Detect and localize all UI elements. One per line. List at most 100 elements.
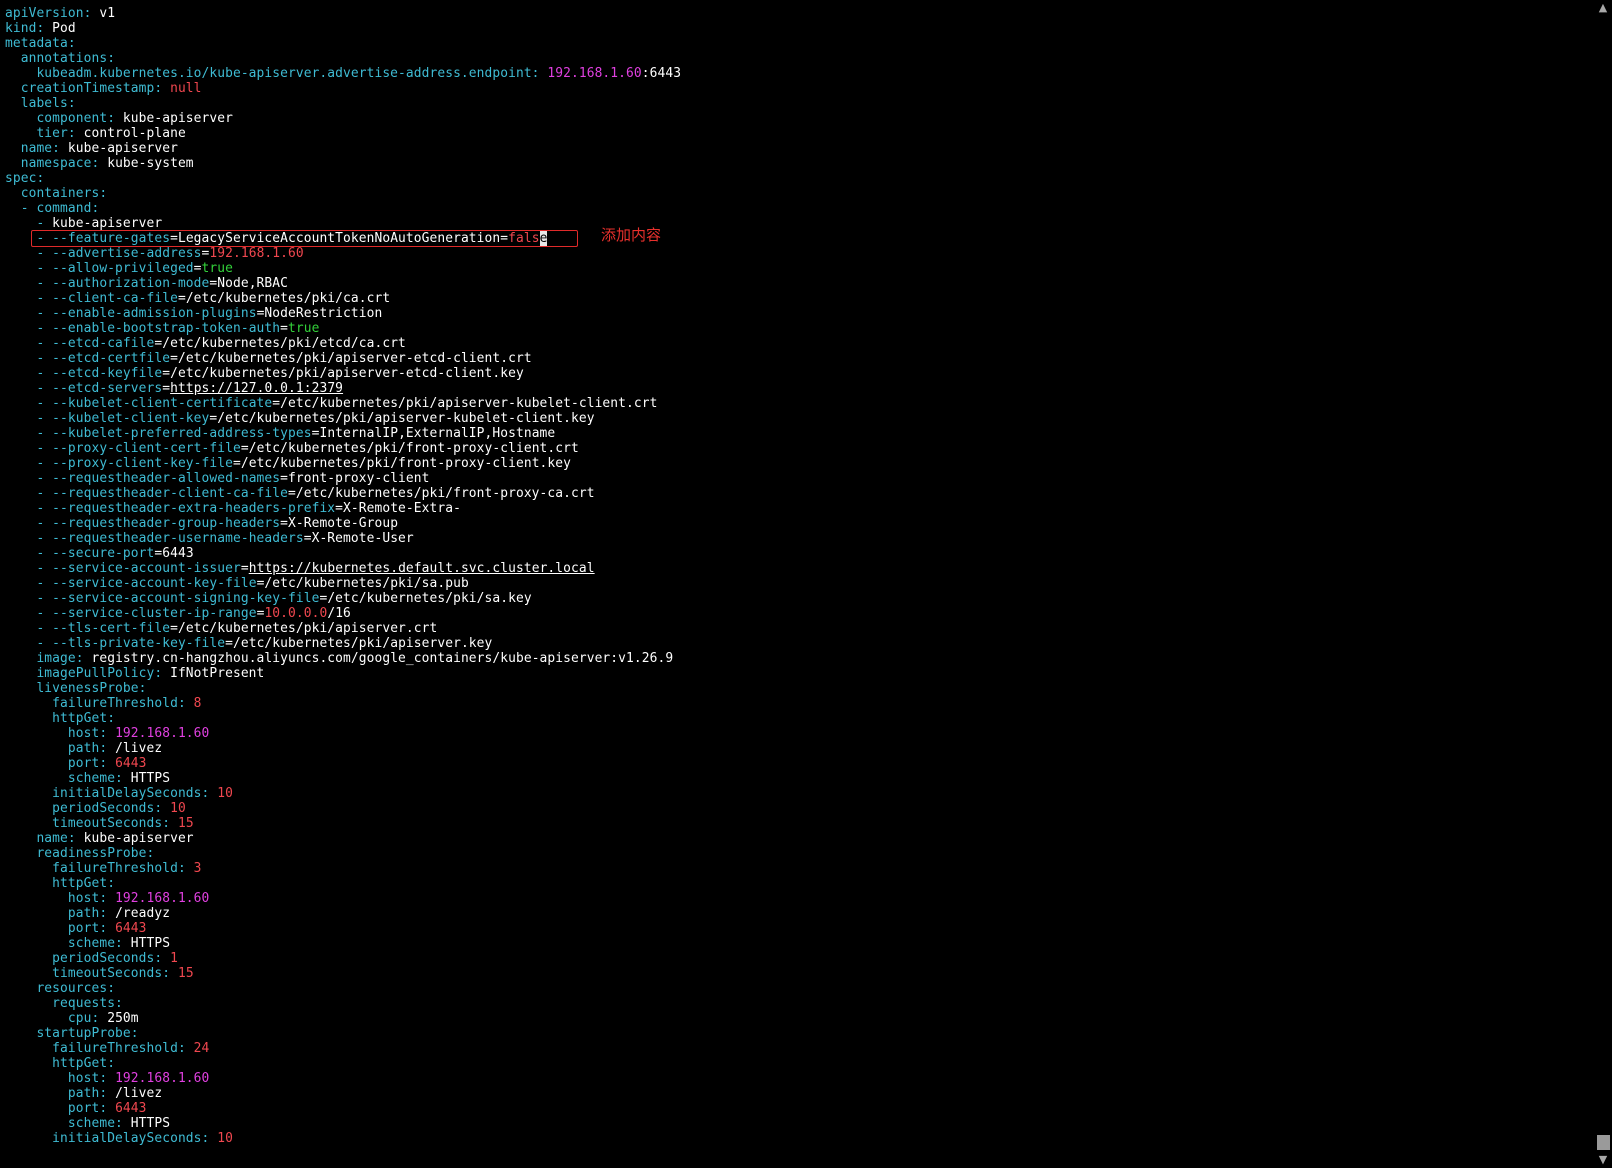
code-line: periodSeconds: 1 [5,951,1594,966]
code-line: - --proxy-client-cert-file=/etc/kubernet… [5,441,1594,456]
code-line: httpGet: [5,876,1594,891]
code-line: path: /livez [5,741,1594,756]
code-token: httpGet: [5,876,116,891]
code-token: - [5,411,53,426]
code-token: - [5,261,53,276]
code-token: =/etc/kubernetes/pki/front-proxy-client.… [240,441,579,456]
code-token: failureThreshold: [5,861,194,876]
code-token: 192.168.1.60 [115,891,210,906]
code-token: initialDelaySeconds: [5,1131,218,1146]
code-line: - --kubelet-client-key=/etc/kubernetes/p… [5,411,1594,426]
code-token: control-plane [83,126,186,141]
code-line: - --authorization-mode=Node,RBAC [5,276,1594,291]
code-line: failureThreshold: 24 [5,1041,1594,1056]
code-token: =LegacyServiceAccountTokenNoAutoGenerati… [170,231,509,246]
code-token: path: [5,1086,116,1101]
code-line: - --service-account-issuer=https://kuber… [5,561,1594,576]
code-token: - [5,636,53,651]
code-token: metadata: [5,36,76,51]
code-token: =/etc/kubernetes/pki/front-proxy-ca.crt [288,486,595,501]
code-token: - [5,396,53,411]
code-token: - [5,591,53,606]
annotation-label: 添加内容 [601,226,662,244]
code-line: apiVersion: v1 [5,6,1594,21]
code-token: annotations: [5,51,116,66]
code-line: name: kube-apiserver [5,141,1594,156]
code-token: name: [5,831,84,846]
code-line: - --etcd-cafile=/etc/kubernetes/pki/etcd… [5,336,1594,351]
code-token: = [240,561,249,576]
code-token: kube-apiserver [122,111,233,126]
code-token: /readyz [115,906,171,921]
code-line: - --etcd-certfile=/etc/kubernetes/pki/ap… [5,351,1594,366]
code-token: periodSeconds: [5,951,171,966]
code-line: - --advertise-address=192.168.1.60 [5,246,1594,261]
code-token: - [5,351,53,366]
code-token: - [5,531,53,546]
code-token: spec: [5,171,45,186]
code-token: 192.168.1.60 [115,1071,210,1086]
code-line: component: kube-apiserver [5,111,1594,126]
code-token: - [5,441,53,456]
chevron-down-icon[interactable]: ▼ [1594,1152,1612,1168]
code-token: - [5,621,53,636]
code-token: =X-Remote-Extra- [335,501,461,516]
code-line: kubeadm.kubernetes.io/kube-apiserver.adv… [5,66,1594,81]
code-token: 192.168.1.60 [209,246,304,261]
code-token: --requestheader-client-ca-file [52,486,288,501]
code-token: 15 [177,816,194,831]
code-token: - [5,336,53,351]
code-token: - [5,546,53,561]
code-token: - [5,201,37,216]
code-token: --kubelet-client-certificate [52,396,273,411]
code-token: - [5,456,53,471]
code-token: 6443 [115,756,147,771]
code-line: - --requestheader-allowed-names=front-pr… [5,471,1594,486]
code-token: 6443 [115,921,147,936]
code-token: scheme: [5,936,131,951]
code-token: command: [36,201,100,216]
code-token: --proxy-client-cert-file [52,441,241,456]
code-line: timeoutSeconds: 15 [5,966,1594,981]
code-token: requests: [5,996,123,1011]
code-token: --kubelet-client-key [52,411,210,426]
code-token: host: [5,891,116,906]
code-line: image: registry.cn-hangzhou.aliyuncs.com… [5,651,1594,666]
code-line: - --etcd-servers=https://127.0.0.1:2379 [5,381,1594,396]
code-line: host: 192.168.1.60 [5,891,1594,906]
code-token: cpu: [5,1011,108,1026]
code-token: --service-account-issuer [52,561,241,576]
code-token: initialDelaySeconds: [5,786,218,801]
code-line: scheme: HTTPS [5,936,1594,951]
code-token: =Node,RBAC [209,276,288,291]
code-line: failureThreshold: 3 [5,861,1594,876]
code-token: kube-apiserver [52,216,163,231]
code-line: timeoutSeconds: 15 [5,816,1594,831]
code-token: 10 [170,801,186,816]
code-line: - --client-ca-file=/etc/kubernetes/pki/c… [5,291,1594,306]
scrollbar-thumb[interactable] [1597,1135,1610,1150]
code-token: fals [508,231,540,246]
code-line: httpGet: [5,711,1594,726]
code-token: --service-account-signing-key-file [52,591,320,606]
code-token: host: [5,726,116,741]
code-line: initialDelaySeconds: 10 [5,1131,1594,1146]
code-token: =/etc/kubernetes/pki/apiserver.key [225,636,493,651]
code-line: creationTimestamp: null [5,81,1594,96]
code-line: - --enable-bootstrap-token-auth=true [5,321,1594,336]
code-token: --enable-admission-plugins [52,306,257,321]
code-token: 192.168.1.60 [115,726,210,741]
code-line: - --allow-privileged=true [5,261,1594,276]
code-line: - --requestheader-group-headers=X-Remote… [5,516,1594,531]
vertical-scrollbar[interactable]: ▲ ▼ [1594,0,1612,1168]
code-token: creationTimestamp: [5,81,171,96]
yaml-editor[interactable]: apiVersion: v1 kind: Pod metadata: annotat… [0,0,1594,1168]
code-line: - --kubelet-preferred-address-types=Inte… [5,426,1594,441]
code-token: - [5,306,53,321]
code-token: =front-proxy-client [280,471,430,486]
code-token: =/etc/kubernetes/pki/etcd/ca.crt [154,336,406,351]
code-token: v1 [99,6,116,21]
code-line: - --service-account-signing-key-file=/et… [5,591,1594,606]
code-token: - [5,471,53,486]
chevron-up-icon[interactable]: ▲ [1594,0,1612,16]
